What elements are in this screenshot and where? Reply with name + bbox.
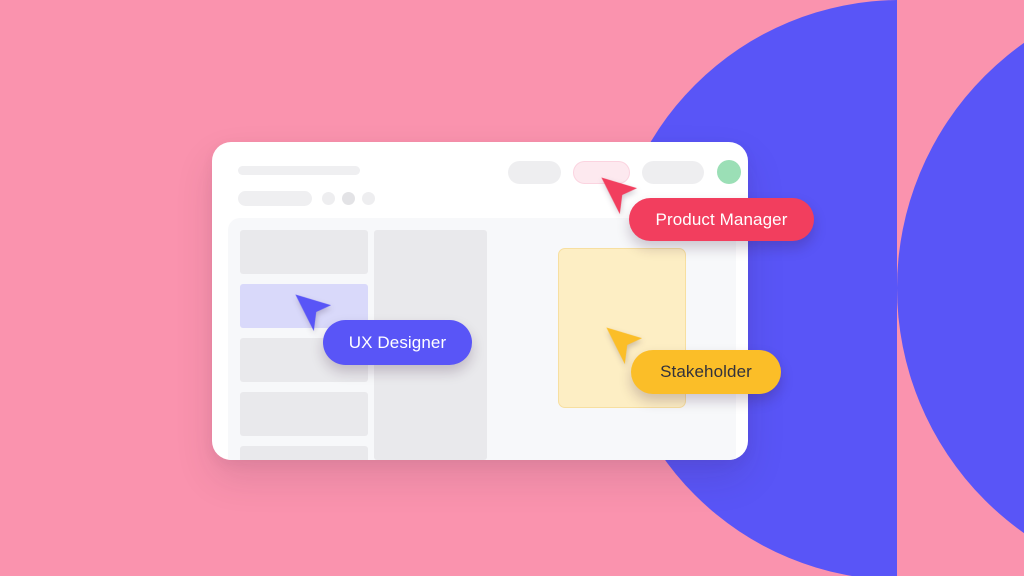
right-blue-circle [897,0,1024,576]
header-dot-3-icon [362,192,375,205]
content-panel [228,218,736,460]
header-subtitle-placeholder [238,191,312,206]
label-stakeholder-text: Stakeholder [660,362,752,381]
list-item[interactable] [240,392,368,436]
header-title-placeholder [238,166,360,175]
list-item[interactable] [240,230,368,274]
label-product-manager-text: Product Manager [655,209,788,229]
label-product-manager: Product Manager [629,198,814,241]
toolbar-pill-1[interactable] [508,161,561,184]
illustration-canvas: Product Manager UX Designer Stakeholder [0,0,1024,576]
list-item[interactable] [240,446,368,460]
toolbar-pill-3[interactable] [642,161,704,184]
right-shape-clip [897,0,1024,576]
label-stakeholder: Stakeholder [631,350,781,394]
label-ux-designer: UX Designer [323,320,472,365]
header-dot-1-icon [322,192,335,205]
status-indicator-dot [717,160,741,184]
label-ux-designer-text: UX Designer [348,332,447,352]
header-dot-2-icon [342,192,355,205]
